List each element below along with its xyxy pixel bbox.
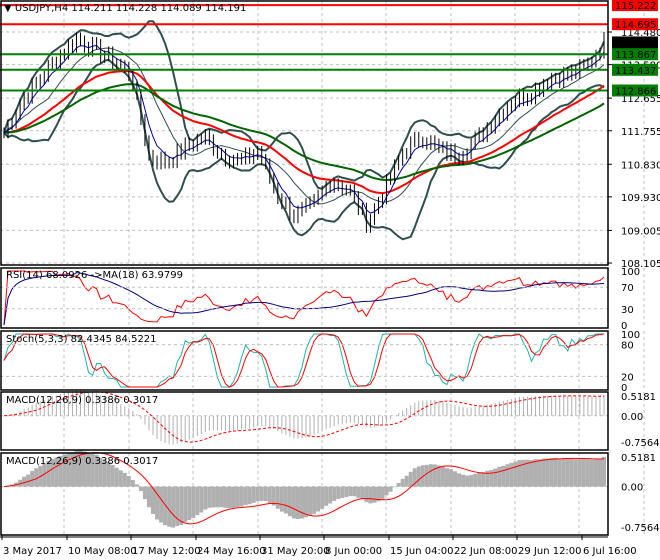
ohlc-values: 114.211 114.228 114.089 114.191 <box>71 3 247 14</box>
indicator-axis-label: 20 <box>621 372 634 383</box>
ma-green <box>3 83 605 181</box>
time-axis-label: 24 May 16:00 <box>197 546 266 557</box>
chart-window[interactable]: 114.480113.580112.655111.755110.830109.9… <box>0 0 660 560</box>
time-axis-label: 17 May 12:00 <box>132 546 201 557</box>
macd-title-1: MACD(12,26,9) 0.3386 0.3017 <box>6 395 159 406</box>
indicator-axis-label: 100 <box>621 330 640 341</box>
price-axis-label: 111.755 <box>621 127 660 138</box>
time-axis-label: 8 Jun 00:00 <box>325 546 382 557</box>
time-axis-label: 31 May 20:00 <box>261 546 330 557</box>
time-axis-label: 3 May 2017 <box>3 546 62 557</box>
macd-axis-label: 0.5181 <box>621 453 656 464</box>
time-axis-label: 22 Jun 08:00 <box>454 546 518 557</box>
price-tag-label: 114.695 <box>615 20 656 31</box>
price-tag-label: 115.222 <box>615 1 656 12</box>
macd-axis-label: 0.5181 <box>621 392 656 403</box>
bollinger-middle <box>3 47 605 205</box>
indicator-axis-label: 80 <box>621 341 634 352</box>
macd-axis-label: 0.00 <box>621 483 643 494</box>
price-tag-label: 114.191 <box>615 38 656 49</box>
indicator-axis-label: 70 <box>621 283 634 294</box>
dropdown-triangle-icon[interactable]: ▼ <box>4 3 12 14</box>
price-axis-label: 109.930 <box>621 193 660 204</box>
price-tag-label: 112.866 <box>615 86 656 97</box>
indicator-axis-label: 100 <box>621 267 640 278</box>
price-axis-label: 109.005 <box>621 226 660 237</box>
chart-header: ▼ USDJPY,H4 114.211 114.228 114.089 114.… <box>4 3 246 14</box>
macd-title-2: MACD(12,26,9) 0.3386 0.3017 <box>6 456 159 467</box>
ma-red <box>3 69 605 195</box>
bollinger-lower <box>3 58 605 241</box>
time-axis-label: 15 Jun 04:00 <box>390 546 454 557</box>
time-axis-label: 29 Jun 12:00 <box>518 546 582 557</box>
price-tag-label: 113.867 <box>615 50 656 61</box>
time-axis-label: 6 Jul 16:00 <box>583 546 637 557</box>
price-tag-label: 113.437 <box>615 66 656 77</box>
price-axis-label: 110.830 <box>621 160 660 171</box>
stoch-title: Stoch(5,3,3) 82.4345 84.5221 <box>6 334 157 345</box>
macd-axis-label: 0.00 <box>621 412 643 423</box>
rsi-title: RSI(14) 68.0926 ->MA(18) 63.9799 <box>6 270 183 281</box>
macd-axis-label: -0.7564 <box>621 523 660 534</box>
macd-axis-label: -0.7564 <box>621 438 660 449</box>
symbol-label: USDJPY,H4 <box>14 3 69 14</box>
time-axis-label: 10 May 08:00 <box>68 546 137 557</box>
panel-border <box>0 0 609 266</box>
indicator-axis-label: 30 <box>621 305 634 316</box>
